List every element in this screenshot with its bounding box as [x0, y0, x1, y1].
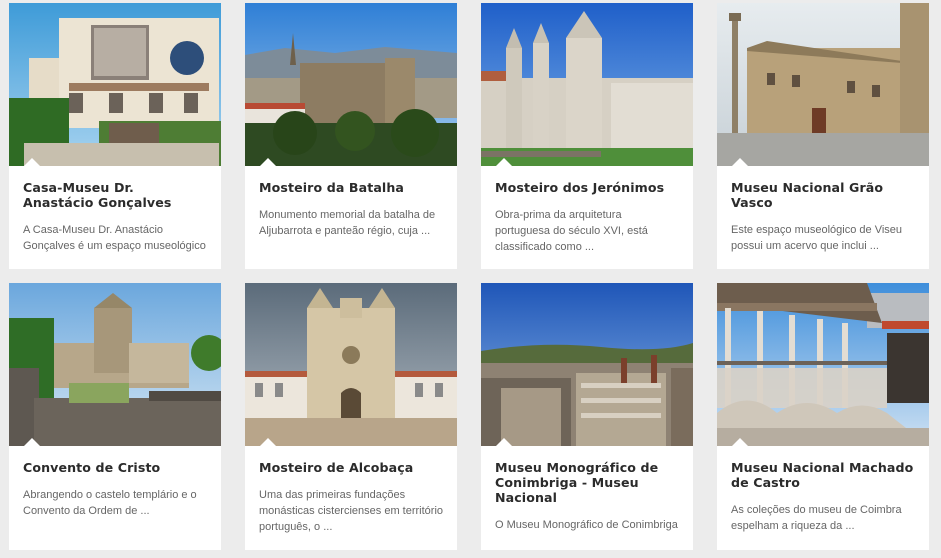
grao-vasco-museum-photo: [717, 3, 929, 166]
card-image[interactable]: [9, 3, 221, 166]
card-museu-nacional-grao-vasco[interactable]: Museu Nacional Grão Vasco Este espaço mu…: [717, 3, 929, 269]
card-pointer: [731, 438, 749, 446]
alcobaca-monastery-photo: [245, 283, 457, 446]
card-description: Obra-prima da arquitetura portuguesa do …: [495, 209, 648, 253]
convento-cristo-photo: [9, 283, 221, 446]
card-pointer: [23, 438, 41, 446]
machado-castro-museum-photo: [717, 283, 929, 446]
card-museu-nacional-machado-de-castro[interactable]: Museu Nacional Machado de Castro As cole…: [717, 283, 929, 550]
card-title[interactable]: Mosteiro de Alcobaça: [245, 446, 457, 475]
museum-card-grid: Casa-Museu Dr. Anastácio Gonçalves A Cas…: [0, 0, 941, 558]
card-image[interactable]: [717, 283, 929, 446]
card-pointer: [495, 158, 513, 166]
card-casa-museu-anastacio-goncalves[interactable]: Casa-Museu Dr. Anastácio Gonçalves A Cas…: [9, 3, 221, 269]
card-mosteiro-dos-jeronimos[interactable]: Mosteiro dos Jerónimos Obra-prima da arq…: [481, 3, 693, 269]
card-title[interactable]: Museu Nacional Grão Vasco: [717, 166, 929, 210]
card-museu-monografico-de-conimbriga[interactable]: Museu Monográfico de Conimbriga - Museu …: [481, 283, 693, 550]
card-image[interactable]: [717, 3, 929, 166]
card-pointer: [259, 438, 277, 446]
casa-museu-building-photo: [9, 3, 221, 166]
card-image[interactable]: [481, 3, 693, 166]
card-description: Abrangendo o castelo templário e o Conve…: [23, 489, 197, 517]
card-pointer: [23, 158, 41, 166]
card-description: Monumento memorial da batalha de Aljubar…: [259, 209, 436, 237]
jeronimos-monastery-photo: [481, 3, 693, 166]
card-description: Uma das primeiras fundações monásticas c…: [259, 489, 444, 533]
card-description: A Casa-Museu Dr. Anastácio Gonçalves é u…: [23, 224, 206, 252]
card-title[interactable]: Mosteiro dos Jerónimos: [481, 166, 693, 195]
card-mosteiro-da-batalha[interactable]: Mosteiro da Batalha Monumento memorial d…: [245, 3, 457, 269]
card-title[interactable]: Convento de Cristo: [9, 446, 221, 475]
card-image[interactable]: [245, 283, 457, 446]
card-image[interactable]: [481, 283, 693, 446]
card-image[interactable]: [9, 283, 221, 446]
card-title[interactable]: Museu Monográfico de Conimbriga - Museu …: [481, 446, 693, 505]
conimbriga-ruins-photo: [481, 283, 693, 446]
card-pointer: [731, 158, 749, 166]
card-pointer: [495, 438, 513, 446]
card-mosteiro-de-alcobaca[interactable]: Mosteiro de Alcobaça Uma das primeiras f…: [245, 283, 457, 550]
card-pointer: [259, 158, 277, 166]
card-description: Este espaço museológico de Viseu possui …: [731, 224, 903, 252]
card-title[interactable]: Casa-Museu Dr. Anastácio Gonçalves: [9, 166, 221, 210]
card-description: As coleções do museu de Coimbra espelham…: [731, 504, 902, 532]
card-image[interactable]: [245, 3, 457, 166]
card-title[interactable]: Museu Nacional Machado de Castro: [717, 446, 929, 490]
card-convento-de-cristo[interactable]: Convento de Cristo Abrangendo o castelo …: [9, 283, 221, 550]
batalha-monastery-photo: [245, 3, 457, 166]
card-description: O Museu Monográfico de Conimbriga: [495, 519, 678, 531]
card-title[interactable]: Mosteiro da Batalha: [245, 166, 457, 195]
